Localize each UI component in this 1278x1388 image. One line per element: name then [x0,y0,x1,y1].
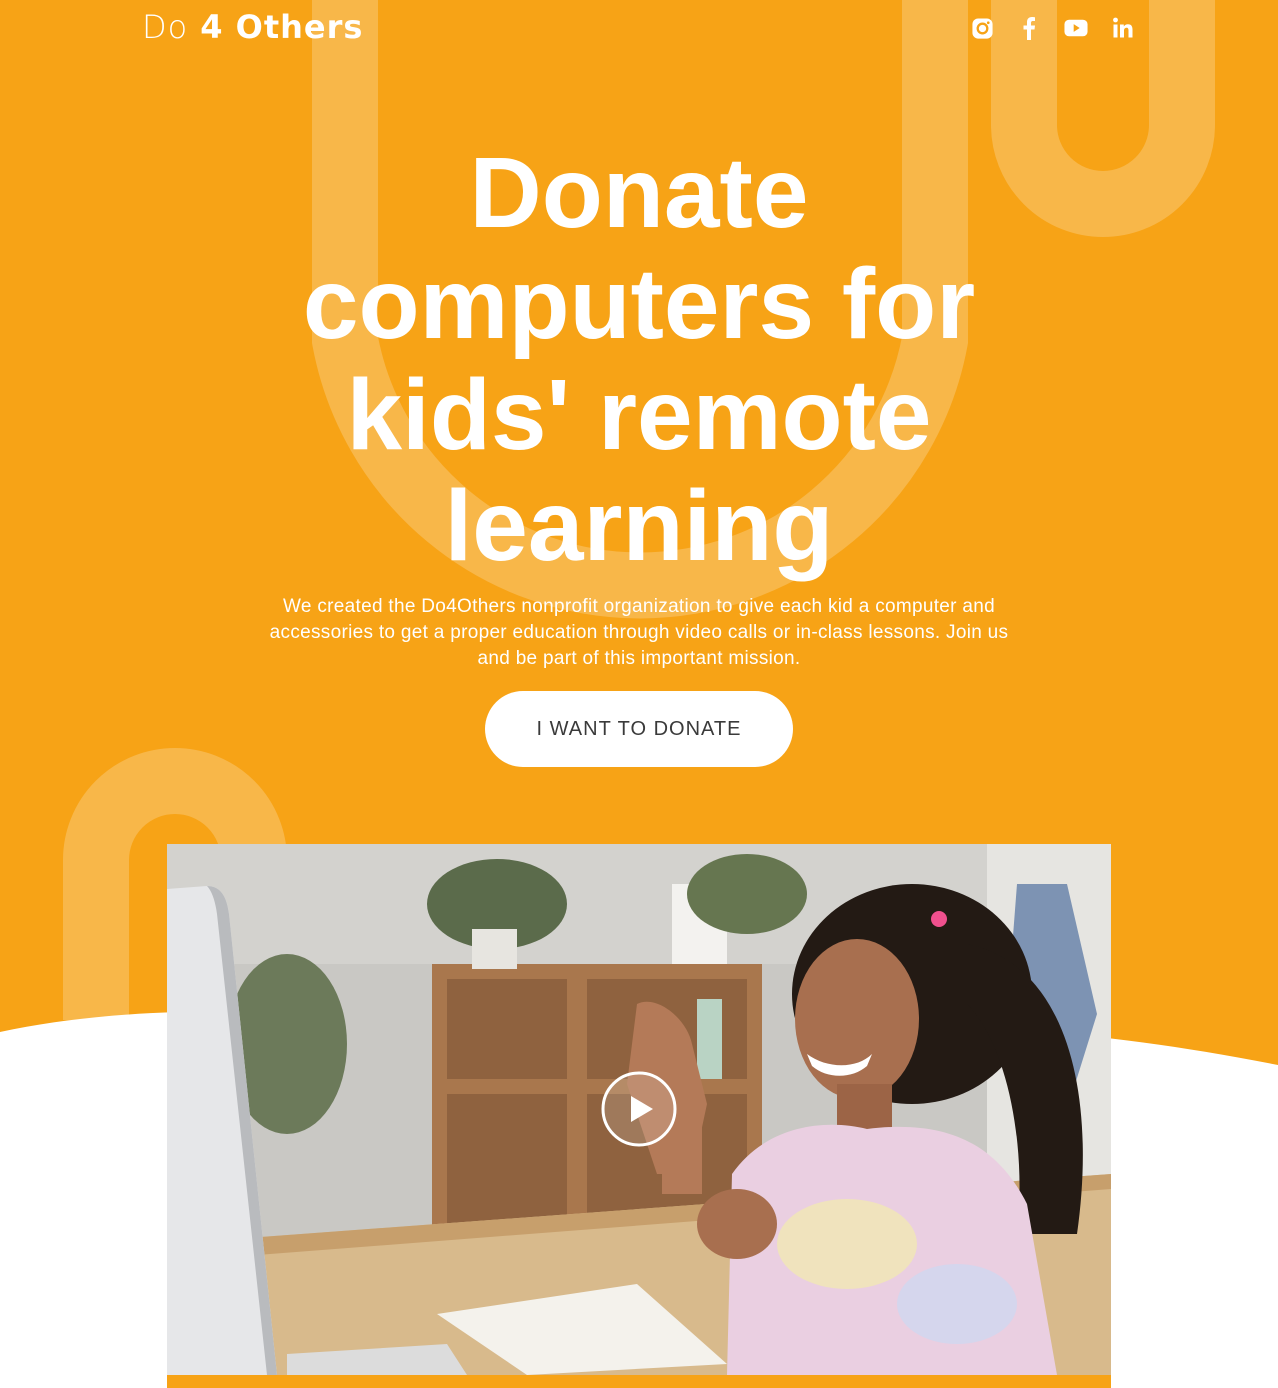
site-header: Do 4 Others [0,0,1278,60]
hero-title-line: computers for [302,248,976,360]
logo-bold-text: 4 Others [200,8,364,46]
social-links [970,14,1135,42]
hero-title-line: learning [444,470,834,582]
logo[interactable]: Do 4 Others [142,8,363,46]
hero-title-line: Donate [469,137,809,249]
video-player[interactable] [167,844,1111,1375]
hero-title: Donate computers for kids' remote learni… [200,138,1078,582]
logo-light-text: Do [142,8,189,46]
play-icon[interactable] [600,1070,678,1148]
donate-button[interactable]: I WANT TO DONATE [485,691,793,767]
hero-title-line: kids' remote [346,359,932,471]
instagram-icon[interactable] [970,14,994,42]
landing-page: Do 4 Others Donate computers for kids' r… [0,0,1278,1388]
linkedin-icon[interactable] [1111,14,1135,42]
hero-subtitle: We created the Do4Others nonprofit organ… [269,596,1009,669]
youtube-icon[interactable] [1064,14,1088,42]
facebook-icon[interactable] [1017,14,1041,42]
video-bottom-bar [167,1375,1111,1388]
